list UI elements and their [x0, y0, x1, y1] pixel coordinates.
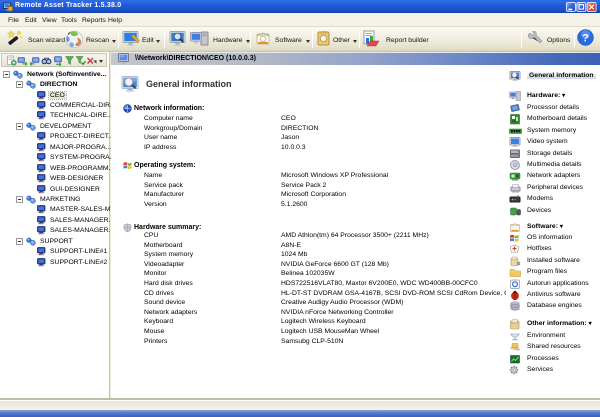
svg-text:?: ?: [582, 33, 589, 45]
